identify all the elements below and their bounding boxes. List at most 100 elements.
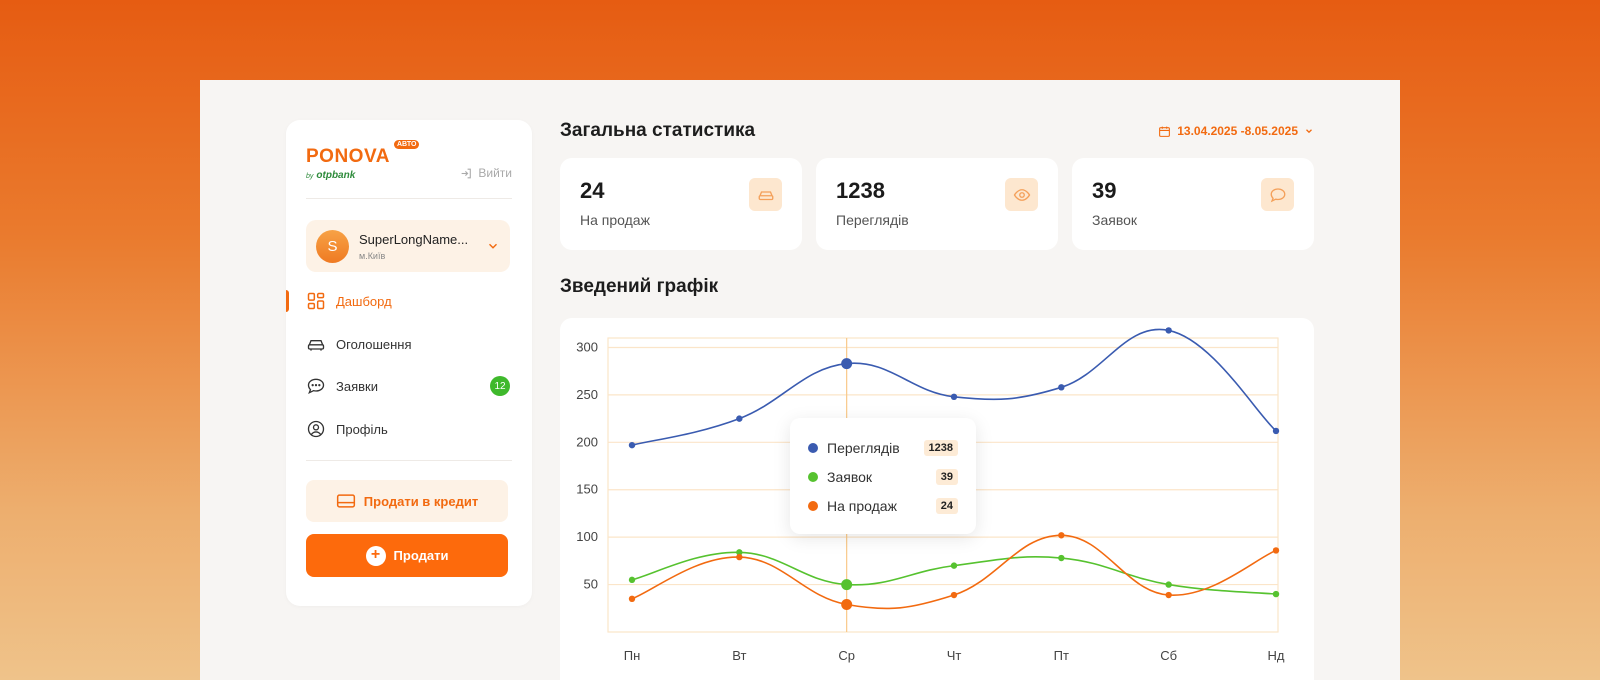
series-line bbox=[631, 551, 1277, 595]
data-point bbox=[1058, 554, 1065, 562]
y-tick-label: 100 bbox=[576, 529, 598, 544]
data-point bbox=[841, 579, 853, 591]
tooltip-label: Переглядів bbox=[827, 440, 900, 456]
data-point bbox=[736, 415, 743, 422]
car-icon bbox=[307, 340, 325, 351]
sidebar-item-label: Дашборд bbox=[336, 293, 392, 309]
x-tick-label: Пн bbox=[624, 648, 641, 663]
page-title: Загальна статистика bbox=[560, 120, 756, 141]
requests-count-badge: 12 bbox=[490, 376, 510, 396]
legend-dot bbox=[808, 443, 818, 453]
plus-icon: + bbox=[365, 545, 386, 566]
brand-partner: by otpbank bbox=[306, 170, 355, 181]
x-tick-label: Чт bbox=[947, 648, 962, 663]
eye-icon bbox=[1005, 178, 1038, 211]
data-point bbox=[950, 393, 958, 400]
x-tick-label: Ср bbox=[838, 648, 855, 663]
logout-icon bbox=[462, 168, 472, 178]
stat-label: Заявок bbox=[1092, 212, 1138, 228]
x-tick-label: Пт bbox=[1054, 648, 1069, 663]
car-icon bbox=[749, 178, 782, 211]
sidebar-item-label: Заявки bbox=[336, 378, 378, 394]
sidebar-item-label: Оголошення bbox=[336, 336, 412, 352]
chat-icon bbox=[307, 378, 325, 394]
sidebar-item-requests[interactable]: Заявки 12 bbox=[306, 372, 510, 400]
stat-value: 24 bbox=[580, 178, 605, 203]
calendar-icon bbox=[1159, 126, 1171, 137]
data-point bbox=[1165, 591, 1172, 599]
legend-dot bbox=[808, 472, 818, 482]
legend-dot bbox=[808, 501, 818, 511]
data-point bbox=[628, 576, 636, 584]
data-point bbox=[950, 591, 958, 599]
y-tick-label: 300 bbox=[576, 339, 598, 354]
sidebar-item-listings[interactable]: Оголошення bbox=[306, 330, 510, 358]
date-range-label: 13.04.2025 -8.05.2025 bbox=[1177, 124, 1298, 138]
data-point bbox=[628, 595, 636, 603]
logout-button[interactable]: Вийти bbox=[460, 166, 512, 180]
tooltip-value: 39 bbox=[935, 469, 958, 485]
y-tick-label: 250 bbox=[576, 387, 598, 402]
data-point bbox=[841, 598, 853, 610]
brand-name: PONOVA bbox=[306, 146, 390, 167]
sell-on-credit-button[interactable]: Продати в кредит bbox=[306, 480, 508, 522]
sell-button[interactable]: + Продати bbox=[306, 534, 508, 577]
x-tick-label: Сб bbox=[1160, 648, 1177, 663]
brand-logo[interactable]: PONOVA АВТО by otpbank bbox=[306, 140, 426, 184]
stat-label: Переглядів bbox=[836, 212, 909, 228]
sidebar: PONOVA АВТО by otpbank Вийти S SuperLongN… bbox=[286, 120, 532, 606]
sidebar-item-label: Профіль bbox=[336, 421, 388, 437]
active-indicator bbox=[286, 290, 289, 312]
x-tick-label: Вт bbox=[732, 648, 746, 663]
user-city: м.Київ bbox=[359, 251, 386, 261]
y-tick-label: 50 bbox=[584, 577, 598, 592]
data-point bbox=[628, 441, 636, 449]
data-point bbox=[1165, 581, 1172, 588]
data-point bbox=[1165, 327, 1172, 334]
data-point bbox=[1058, 384, 1065, 391]
chevron-down-icon bbox=[489, 243, 497, 249]
data-point bbox=[1272, 547, 1280, 554]
y-tick-label: 150 bbox=[576, 482, 598, 497]
stat-card-for-sale[interactable]: 24 На продаж bbox=[560, 158, 802, 250]
dashboard-panel: PONOVA АВТО by otpbank Вийти S SuperLongN… bbox=[200, 80, 1400, 680]
divider bbox=[306, 460, 512, 461]
tooltip-label: Заявок bbox=[827, 469, 873, 485]
date-range-picker[interactable]: 13.04.2025 -8.05.2025 bbox=[1158, 124, 1314, 138]
stat-value: 39 bbox=[1092, 178, 1117, 203]
data-point bbox=[1272, 427, 1280, 435]
stat-value: 1238 bbox=[836, 178, 885, 203]
avatar: S bbox=[316, 230, 349, 263]
data-point bbox=[1058, 532, 1065, 539]
user-name: SuperLongName... bbox=[359, 232, 469, 247]
data-point bbox=[1272, 590, 1280, 598]
sidebar-item-profile[interactable]: Профіль bbox=[306, 415, 510, 443]
chart-title: Зведений графік bbox=[560, 276, 719, 297]
card-icon bbox=[336, 494, 355, 508]
data-point bbox=[736, 553, 743, 561]
chevron-down-icon bbox=[1306, 129, 1312, 134]
data-point bbox=[841, 358, 853, 370]
summary-chart[interactable]: 300 250 200 150 100 50 Пн Вт Ср Чт Пт Сб Нд Перегляд… bbox=[560, 318, 1314, 680]
user-switcher[interactable]: S SuperLongName... м.Київ bbox=[306, 220, 510, 272]
divider bbox=[306, 198, 512, 199]
tooltip-row-views: Переглядів 1238 bbox=[808, 438, 958, 458]
brand-badge: АВТО bbox=[394, 140, 420, 149]
chat-icon bbox=[1261, 178, 1294, 211]
chart-tooltip: Переглядів 1238 Заявок 39 На продаж 24 bbox=[790, 418, 976, 534]
sidebar-item-dashboard[interactable]: Дашборд bbox=[306, 287, 510, 315]
tooltip-label: На продаж bbox=[827, 498, 897, 514]
y-tick-label: 200 bbox=[576, 434, 598, 449]
tooltip-value: 1238 bbox=[923, 440, 958, 456]
tooltip-row-requests: Заявок 39 bbox=[808, 467, 958, 487]
stat-label: На продаж bbox=[580, 212, 650, 228]
sell-button-label: Продати bbox=[393, 548, 449, 563]
brand-by: by bbox=[306, 173, 314, 180]
dashboard-icon bbox=[307, 292, 325, 310]
credit-button-label: Продати в кредит bbox=[363, 493, 479, 509]
stat-card-views[interactable]: 1238 Переглядів bbox=[816, 158, 1058, 250]
user-circle-icon bbox=[307, 420, 325, 438]
x-tick-label: Нд bbox=[1268, 648, 1285, 663]
stat-card-requests[interactable]: 39 Заявок bbox=[1072, 158, 1314, 250]
data-point bbox=[950, 562, 958, 569]
